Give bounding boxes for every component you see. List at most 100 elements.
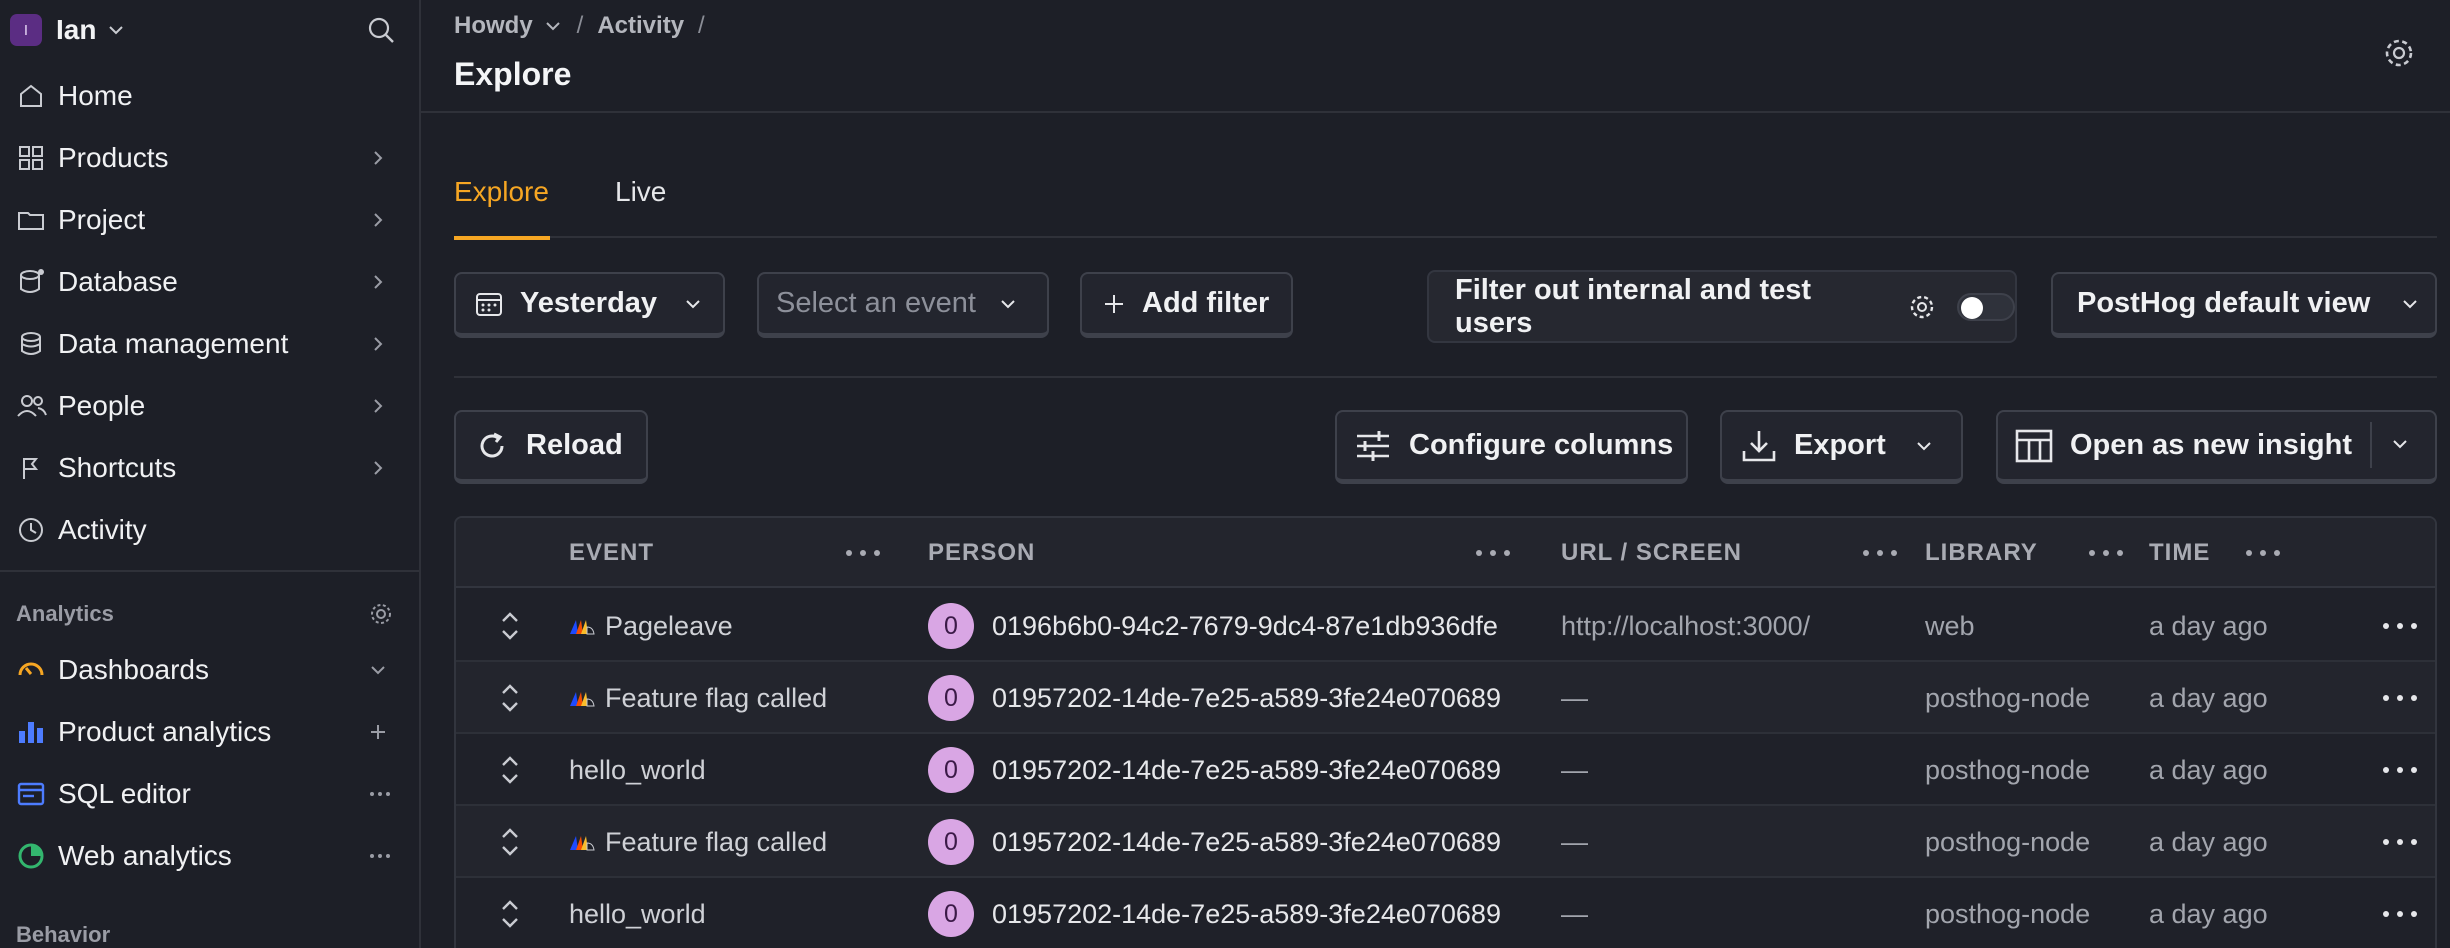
breadcrumb-separator: / xyxy=(698,12,705,39)
table-header: EVENT PERSON URL / SCREEN LIBRARY TIME xyxy=(456,518,2435,588)
more-icon[interactable] xyxy=(1474,545,1512,561)
person-cell[interactable]: 0 01957202-14de-7e25-a589-3fe24e070689 xyxy=(928,806,1501,878)
workspace-switcher[interactable]: I Ian xyxy=(10,14,126,46)
person-cell[interactable]: 0 01957202-14de-7e25-a589-3fe24e070689 xyxy=(928,662,1501,734)
expand-row-icon[interactable] xyxy=(498,806,522,878)
sidebar-item-project[interactable]: Project xyxy=(0,192,421,248)
sidebar-item-shortcuts[interactable]: Shortcuts xyxy=(0,440,421,496)
breadcrumb-project[interactable]: Howdy xyxy=(454,12,533,40)
table-row[interactable]: hello_world 0 01957202-14de-7e25-a589-3fe2… xyxy=(456,878,2435,948)
sidebar-item-web-analytics[interactable]: Web analytics xyxy=(0,828,421,884)
more-icon[interactable] xyxy=(1861,545,1899,561)
chevron-down-icon[interactable] xyxy=(368,660,388,680)
chevron-right-icon xyxy=(368,272,388,292)
reload-button[interactable]: Reload xyxy=(454,410,648,484)
chevron-down-icon xyxy=(683,294,703,314)
person-id[interactable]: 01957202-14de-7e25-a589-3fe24e070689 xyxy=(992,827,1501,858)
person-id[interactable]: 0196b6b0-94c2-7679-9dc4-87e1db936dfe xyxy=(992,611,1498,642)
sidebar-item-people[interactable]: People xyxy=(0,378,421,434)
sidebar-item-dashboards[interactable]: Dashboards xyxy=(0,642,421,698)
people-icon xyxy=(16,391,48,421)
expand-row-icon[interactable] xyxy=(498,590,522,662)
sidebar-item-label: Dashboards xyxy=(58,654,209,685)
row-more-icon[interactable] xyxy=(2381,806,2419,878)
more-icon[interactable] xyxy=(368,784,392,804)
date-range-button[interactable]: Yesterday xyxy=(454,272,725,338)
table-row[interactable]: Pageleave 0 0196b6b0-94c2-7679-9dc4-87e1db… xyxy=(456,590,2435,662)
tab-explore[interactable]: Explore xyxy=(454,170,550,240)
column-header-library[interactable]: LIBRARY xyxy=(1925,518,2038,588)
table-row[interactable]: Feature flag called 0 01957202-14de-7e25-a… xyxy=(456,662,2435,734)
gear-icon[interactable] xyxy=(369,602,393,626)
table-row[interactable]: Feature flag called 0 01957202-14de-7e25-a… xyxy=(456,806,2435,878)
table-row[interactable]: hello_world 0 01957202-14de-7e25-a589-3fe2… xyxy=(456,734,2435,806)
column-header-time[interactable]: TIME xyxy=(2149,518,2210,588)
event-select[interactable]: Select an event xyxy=(757,272,1049,338)
workspace-name: Ian xyxy=(56,14,97,45)
view-select[interactable]: PostHog default view xyxy=(2051,272,2437,338)
expand-row-icon[interactable] xyxy=(498,662,522,734)
person-id[interactable]: 01957202-14de-7e25-a589-3fe24e070689 xyxy=(992,755,1501,786)
column-header-url[interactable]: URL / SCREEN xyxy=(1561,518,1742,588)
column-header-person[interactable]: PERSON xyxy=(928,518,1035,588)
chevron-down-icon[interactable] xyxy=(2390,434,2410,454)
calendar-icon xyxy=(474,289,504,319)
plus-icon[interactable] xyxy=(368,722,388,742)
open-insight-button[interactable]: Open as new insight xyxy=(1996,410,2437,484)
expand-row-icon[interactable] xyxy=(498,734,522,806)
event-cell: Feature flag called xyxy=(569,806,827,878)
url-cell: — xyxy=(1561,682,1588,713)
search-icon[interactable] xyxy=(366,15,396,45)
sidebar-item-sql-editor[interactable]: SQL editor xyxy=(0,766,421,822)
divider xyxy=(454,376,2437,378)
row-more-icon[interactable] xyxy=(2381,878,2419,948)
settings-gear-icon[interactable] xyxy=(2381,35,2417,71)
dashboard-icon xyxy=(16,655,46,685)
person-cell[interactable]: 0 01957202-14de-7e25-a589-3fe24e070689 xyxy=(928,878,1501,948)
shortcut-icon xyxy=(16,453,46,483)
sidebar-item-product-analytics[interactable]: Product analytics xyxy=(0,704,421,760)
person-id[interactable]: 01957202-14de-7e25-a589-3fe24e070689 xyxy=(992,683,1501,714)
sql-icon xyxy=(16,779,46,809)
breadcrumb-activity[interactable]: Activity xyxy=(597,12,684,40)
column-header-event[interactable]: EVENT xyxy=(569,518,654,588)
sidebar-item-label: People xyxy=(58,390,146,421)
open-insight-label: Open as new insight xyxy=(2070,429,2352,461)
folder-icon xyxy=(16,205,46,235)
add-filter-button[interactable]: Add filter xyxy=(1080,272,1293,338)
avatar: 0 xyxy=(928,891,974,937)
more-icon[interactable] xyxy=(2087,545,2125,561)
sidebar-item-products[interactable]: Products xyxy=(0,130,421,186)
download-icon xyxy=(1740,427,1778,465)
row-more-icon[interactable] xyxy=(2381,662,2419,734)
more-icon[interactable] xyxy=(2244,545,2282,561)
chevron-right-icon xyxy=(368,148,388,168)
chevron-down-icon[interactable] xyxy=(543,16,563,36)
sidebar-item-data-management[interactable]: Data management xyxy=(0,316,421,372)
workspace-avatar: I xyxy=(10,14,42,46)
sidebar-item-database[interactable]: Database xyxy=(0,254,421,310)
button-divider xyxy=(2370,422,2372,468)
tab-live[interactable]: Live xyxy=(615,170,666,238)
row-more-icon[interactable] xyxy=(2381,734,2419,806)
configure-columns-button[interactable]: Configure columns xyxy=(1335,410,1688,484)
person-cell[interactable]: 0 01957202-14de-7e25-a589-3fe24e070689 xyxy=(928,734,1501,806)
plus-icon xyxy=(1102,292,1126,316)
top-bar: Howdy / Activity / Explore xyxy=(421,0,2450,113)
gear-icon[interactable] xyxy=(1907,292,1937,322)
sidebar-item-activity[interactable]: Activity xyxy=(0,502,421,558)
person-id[interactable]: 01957202-14de-7e25-a589-3fe24e070689 xyxy=(992,899,1501,930)
row-more-icon[interactable] xyxy=(2381,590,2419,662)
export-button[interactable]: Export xyxy=(1720,410,1963,484)
page-title: Explore xyxy=(454,56,572,92)
chevron-right-icon xyxy=(368,334,388,354)
sidebar-item-label: Shortcuts xyxy=(58,452,177,483)
expand-row-icon[interactable] xyxy=(498,878,522,948)
person-cell[interactable]: 0 0196b6b0-94c2-7679-9dc4-87e1db936dfe xyxy=(928,590,1498,662)
sidebar-item-home[interactable]: Home xyxy=(0,68,421,124)
chevron-right-icon xyxy=(368,396,388,416)
export-label: Export xyxy=(1794,429,1886,461)
more-icon[interactable] xyxy=(844,545,882,561)
internal-users-toggle[interactable] xyxy=(1957,292,2015,321)
more-icon[interactable] xyxy=(368,846,392,866)
